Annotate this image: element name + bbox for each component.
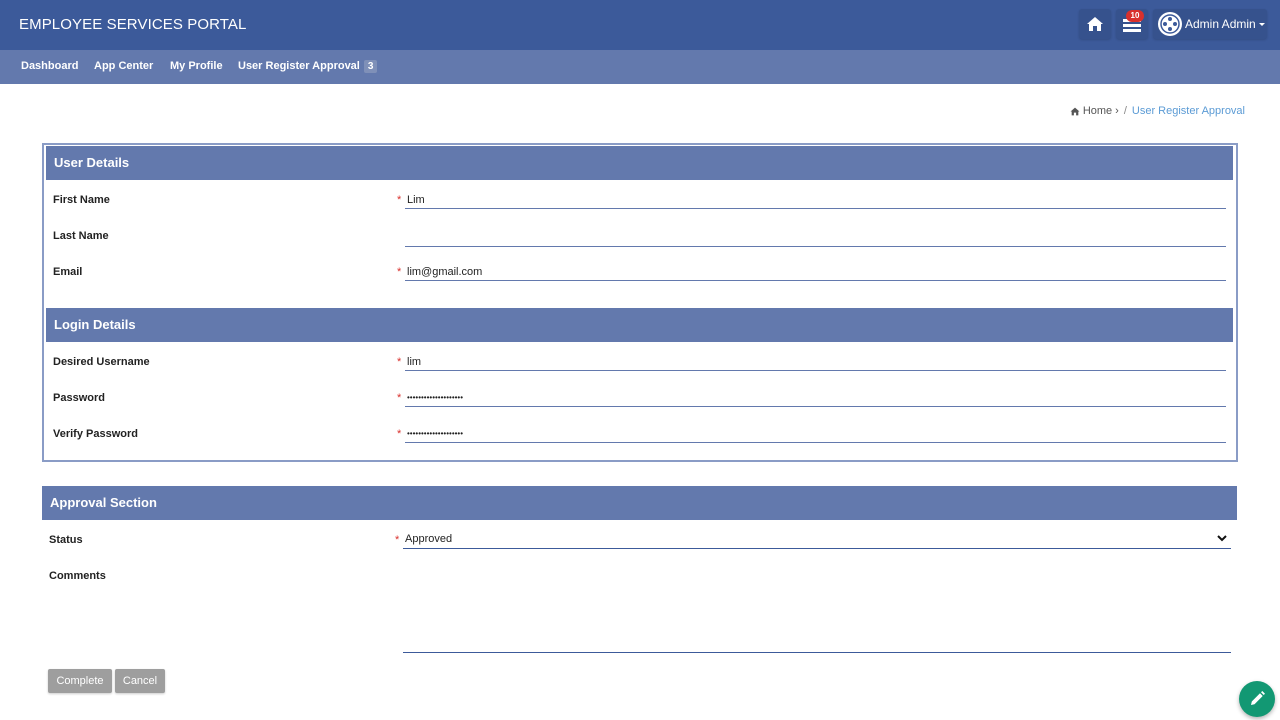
notifications-button[interactable]: 10 [1116,9,1148,39]
user-menu[interactable]: Admin Admin [1153,9,1267,39]
user-details-header: User Details [46,146,1233,180]
required-marker: * [395,534,400,546]
chevron-down-icon [1217,535,1227,542]
email-label: Email [53,266,83,278]
email-field[interactable]: lim@gmail.com [405,263,1226,281]
edit-fab-button[interactable] [1239,681,1275,717]
nav-item-dashboard[interactable]: Dashboard [21,60,78,72]
status-label: Status [49,534,83,546]
caret-down-icon [1258,22,1265,26]
user-name: Admin Admin [1185,17,1256,31]
breadcrumb-current: User Register Approval [1131,105,1245,117]
status-select[interactable]: Approved [403,529,1231,549]
status-selected-value: Approved [405,533,453,545]
last-name-label: Last Name [53,230,109,242]
nav-item-my-profile[interactable]: My Profile [170,60,223,72]
login-details-header: Login Details [46,308,1233,342]
required-marker: * [397,356,402,368]
comments-textarea[interactable] [403,566,1231,653]
username-field[interactable]: lim [405,353,1226,371]
breadcrumb-home-label: Home [1082,105,1113,117]
chevron-right-icon: › [1115,105,1119,117]
avatar [1158,12,1182,36]
required-marker: * [397,266,402,278]
password-label: Password [53,392,105,404]
cancel-button[interactable]: Cancel [115,669,165,693]
breadcrumb-separator: / [1123,105,1127,117]
nav-item-app-center[interactable]: App Center [94,60,153,72]
top-header: EMPLOYEE SERVICES PORTAL 10 Admin Admin [0,0,1280,50]
nav-item-label: User Register Approval [238,60,360,72]
breadcrumb-home[interactable]: Home › [1070,105,1119,117]
first-name-field[interactable]: Lim [405,191,1226,209]
nav-item-user-register-approval[interactable]: User Register Approval 3 [238,60,378,73]
pencil-icon [1251,691,1265,705]
verify-password-label: Verify Password [53,428,138,440]
nav-count-badge: 3 [363,60,378,73]
comments-label: Comments [49,570,106,582]
complete-button[interactable]: Complete [48,669,112,693]
required-marker: * [397,428,402,440]
notification-badge: 10 [1126,10,1144,22]
nav-bar: Dashboard App Center My Profile User Reg… [0,50,1280,84]
home-button[interactable] [1079,9,1111,39]
verify-password-field[interactable]: •••••••••••••••••••• [405,425,1226,443]
breadcrumb: Home › / User Register Approval [1070,105,1245,117]
required-marker: * [397,194,402,206]
last-name-field[interactable] [405,229,1226,247]
required-marker: * [397,392,402,404]
app-title: EMPLOYEE SERVICES PORTAL [19,16,247,33]
username-label: Desired Username [53,356,150,368]
home-icon [1070,107,1080,115]
first-name-label: First Name [53,194,110,206]
approval-section-header: Approval Section [42,486,1237,520]
home-icon [1087,17,1103,31]
password-field[interactable]: •••••••••••••••••••• [405,389,1226,407]
